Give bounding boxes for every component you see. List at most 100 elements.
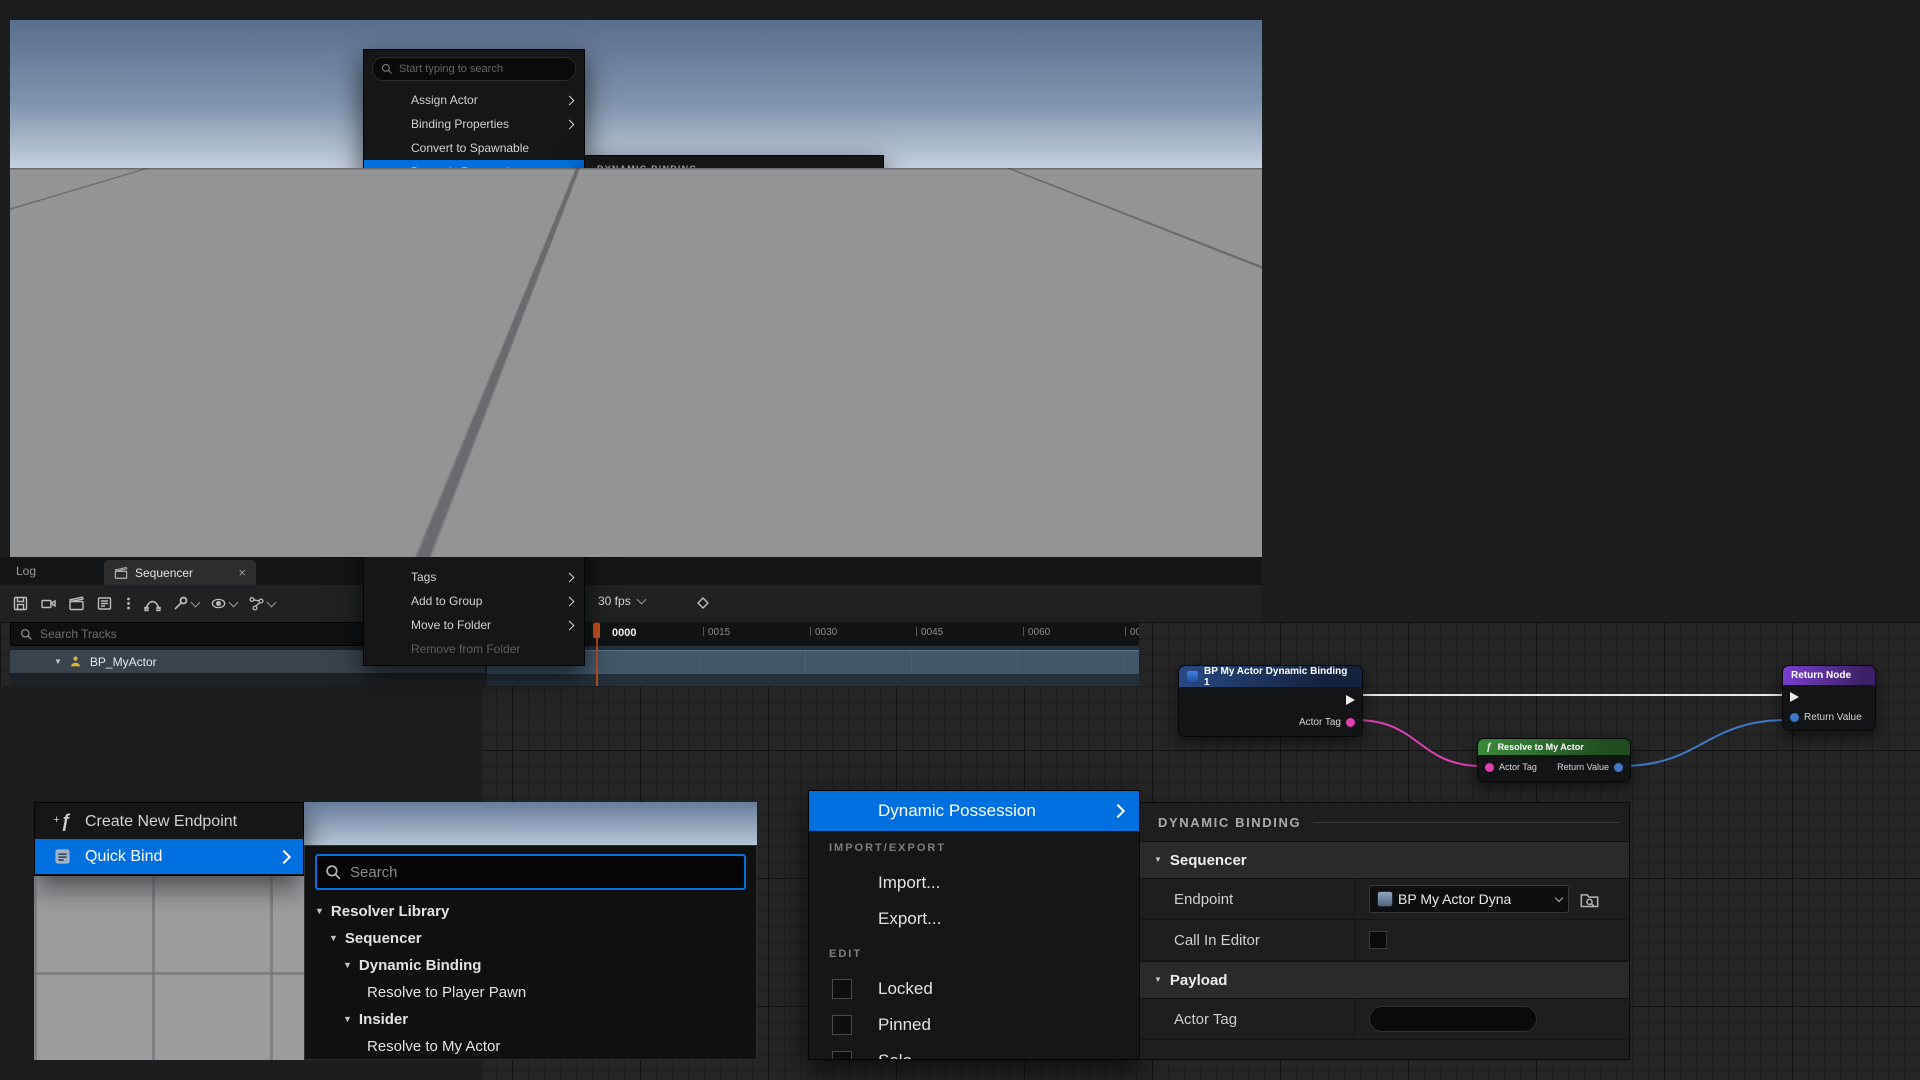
menu-item-dynamic-possession[interactable]: Dynamic Possession <box>809 791 1139 831</box>
playback-options-icon[interactable] <box>248 595 275 612</box>
solo-checkbox[interactable] <box>380 332 393 345</box>
actor-tag-input[interactable] <box>1369 1006 1537 1032</box>
wrench-icon[interactable] <box>172 595 199 612</box>
pinned-checkbox[interactable] <box>380 308 393 321</box>
menu-item-tags[interactable]: Tags <box>364 565 584 589</box>
category-sequencer[interactable]: ▼Sequencer <box>1140 841 1629 879</box>
menu-item-quick-bind[interactable]: Quick Bind <box>721 263 900 286</box>
menu-search-placeholder: Start typing to search <box>399 63 503 75</box>
menu-item-mute[interactable]: Mute <box>364 350 584 374</box>
tree-item-insider[interactable]: ▼Insider <box>305 1006 756 1033</box>
clapperboard-icon[interactable] <box>68 595 85 612</box>
expander-icon[interactable]: ▼ <box>1154 976 1162 984</box>
menu-item-export[interactable]: Export... <box>809 901 1139 937</box>
category-payload[interactable]: ▼Payload <box>1140 961 1629 999</box>
mute-checkbox[interactable] <box>380 356 393 369</box>
resolver-search-input[interactable]: Search <box>910 268 1197 290</box>
fps-dropdown[interactable]: 30 fps <box>598 594 645 608</box>
eye-visibility-icon[interactable] <box>210 595 237 612</box>
menu-search-input[interactable]: Start typing to search <box>372 57 576 81</box>
menu-item-cut[interactable]: CutCTRL+X <box>364 374 584 398</box>
endpoint-dropdown[interactable]: ƒUnbound <box>703 215 815 236</box>
menu-item-rename[interactable]: RenameF2 <box>364 518 584 542</box>
menu-item-convert-to-spawnable[interactable]: Convert to Spawnable <box>364 136 584 160</box>
node-return[interactable]: Return Node Return Value <box>1782 665 1876 731</box>
menu-item-dynamic-possession[interactable]: Dynamic Possession <box>364 160 584 184</box>
expander-icon[interactable]: ▼ <box>595 191 603 199</box>
menu-item-locked[interactable]: Locked <box>809 971 1139 1007</box>
tab-log[interactable]: Log <box>16 564 36 578</box>
menu-item-assign-actor[interactable]: Assign Actor <box>364 88 584 112</box>
kebab-menu-icon[interactable] <box>124 595 133 612</box>
tab-close-icon[interactable]: × <box>238 566 246 579</box>
menu-item-solo[interactable]: Solo <box>364 326 584 350</box>
menu-item-create-new-endpoint[interactable]: +ƒ Create New Endpoint <box>35 804 303 839</box>
category-sequencer[interactable]: ▼Sequencer <box>585 182 883 208</box>
tree-item-resolve-to-my-actor[interactable]: Resolve to My Actor <box>305 1033 756 1060</box>
browse-icon[interactable] <box>822 218 838 234</box>
menu-item-binding-properties[interactable]: Binding Properties <box>364 112 584 136</box>
browse-icon[interactable] <box>1579 889 1600 910</box>
keyframe-options-icon[interactable] <box>694 594 712 612</box>
endpoint-dropdown[interactable]: BP My Actor Dyna <box>1369 885 1569 913</box>
tree-item-resolve-to-player-pawn[interactable]: Resolve to Player Pawn <box>305 979 756 1006</box>
menu-item-quick-bind[interactable]: Quick Bind <box>35 839 303 874</box>
tab-sequencer[interactable]: Sequencer × <box>104 560 256 585</box>
tree-item-dynamic-binding[interactable]: ▼Dynamic Binding <box>305 952 756 979</box>
expander-icon[interactable]: ▼ <box>329 934 338 943</box>
tree-item-resolve-to-player-pawn[interactable]: Resolve to Player Pawn <box>904 349 1203 367</box>
function-icon: ƒ <box>710 220 716 231</box>
menu-item-locked[interactable]: Locked <box>364 278 584 302</box>
node-resolve-to-my-actor[interactable]: ƒResolve to My Actor Actor Tag Return Va… <box>1477 738 1631 782</box>
resolver-search-input[interactable]: Search <box>315 854 746 890</box>
expander-icon[interactable]: ▼ <box>315 907 324 916</box>
menu-item-create-new-endpoint[interactable]: +ƒ Create New Endpoint <box>721 240 900 263</box>
actor-tag-output-pin[interactable] <box>1346 718 1355 727</box>
menu-item-pinned[interactable]: Pinned <box>364 302 584 326</box>
save-icon[interactable] <box>12 595 29 612</box>
return-value-output-pin[interactable] <box>1614 763 1623 772</box>
menu-item-move-to-folder[interactable]: Move to Folder <box>364 613 584 637</box>
menu-item-solo[interactable]: Solo <box>809 1043 1139 1060</box>
solo-checkbox[interactable] <box>832 1051 852 1060</box>
menu-item-add-to-group[interactable]: Add to Group <box>364 589 584 613</box>
menu-item-import[interactable]: Import... <box>364 207 584 231</box>
camera-icon[interactable] <box>40 595 57 612</box>
exec-output-pin[interactable] <box>1346 695 1355 705</box>
expander-icon[interactable]: ▼ <box>54 658 62 666</box>
tree-item-sequencer[interactable]: ▼Sequencer <box>904 313 1203 331</box>
menu-item-delete-and-keep-state[interactable]: Delete and Keep State <box>364 494 584 518</box>
expander-icon[interactable]: ▼ <box>912 301 919 308</box>
menu-item-export[interactable]: Export... <box>364 231 584 255</box>
node-title: BP My Actor Dynamic Binding 1 <box>1204 666 1354 688</box>
expander-icon[interactable]: ▼ <box>343 961 352 970</box>
expander-icon[interactable]: ▼ <box>932 337 939 344</box>
locked-checkbox[interactable] <box>832 979 852 999</box>
node-bp-my-actor-dynamic-binding[interactable]: BP My Actor Dynamic Binding 1 Actor Tag <box>1178 665 1363 737</box>
expander-icon[interactable]: ▼ <box>1154 856 1162 864</box>
menu-item-paste[interactable]: PasteCTRL+V <box>364 422 584 446</box>
tree-item-sequencer[interactable]: ▼Sequencer <box>305 925 756 952</box>
actor-tag-input-pin[interactable] <box>1485 763 1494 772</box>
menu-item-duplicate[interactable]: DuplicateCTRL+D <box>364 446 584 470</box>
menu-item-pinned[interactable]: Pinned <box>809 1007 1139 1043</box>
endpoint-property-row: Endpoint ƒUnbound <box>585 208 883 242</box>
menu-item-import[interactable]: Import... <box>809 865 1139 901</box>
menu-item-delete[interactable]: Delete <box>364 470 584 494</box>
menu-item-copy[interactable]: CopyCTRL+C <box>364 398 584 422</box>
expander-icon[interactable]: ▼ <box>922 319 929 326</box>
shot-list-icon[interactable] <box>96 595 113 612</box>
call-in-editor-checkbox[interactable] <box>1369 931 1387 949</box>
ruler-tick: 00 <box>1125 627 1139 638</box>
exec-input-pin[interactable] <box>1790 692 1799 702</box>
expander-icon[interactable]: ▼ <box>343 1015 352 1024</box>
curve-editor-icon[interactable] <box>144 595 161 612</box>
tree-item-resolver-library[interactable]: ▼Resolver Library <box>305 898 756 925</box>
tree-item-resolver-library[interactable]: ▼Resolver Library <box>904 295 1203 313</box>
playhead-line[interactable] <box>596 622 598 686</box>
return-value-input-pin[interactable] <box>1790 713 1799 722</box>
tree-item-dynamic-binding[interactable]: ▼Dynamic Binding <box>904 331 1203 349</box>
menu-item-remove-from-folder[interactable]: Remove from Folder <box>364 637 584 661</box>
locked-checkbox[interactable] <box>380 284 393 297</box>
pinned-checkbox[interactable] <box>832 1015 852 1035</box>
